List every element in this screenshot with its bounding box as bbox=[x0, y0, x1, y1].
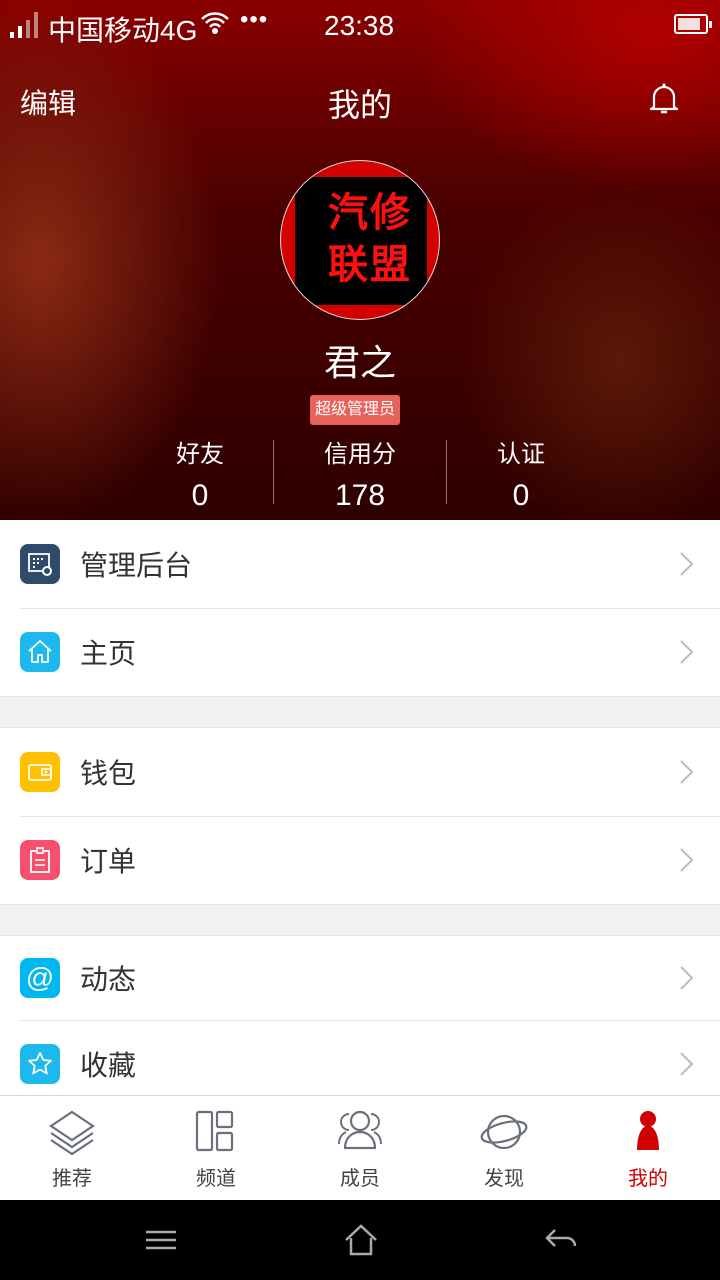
signal-icon bbox=[10, 12, 38, 38]
tab-label: 频道 bbox=[196, 1168, 236, 1190]
menu-list: 管理后台 主页 钱包 订单 @ 动态 收藏 bbox=[0, 520, 720, 1109]
menu-group: 钱包 订单 bbox=[0, 727, 720, 905]
menu-item-label: 收藏 bbox=[80, 1050, 137, 1081]
carrier-label: 中国移动4G bbox=[48, 15, 198, 46]
star-icon bbox=[20, 1044, 60, 1084]
role-badge: 超级管理员 bbox=[310, 395, 400, 425]
menu-item-activity[interactable]: @ 动态 bbox=[0, 936, 720, 1020]
planet-icon bbox=[480, 1114, 528, 1150]
home-icon bbox=[20, 632, 60, 672]
tab-label: 发现 bbox=[484, 1168, 524, 1190]
menu-item-label: 主页 bbox=[80, 638, 137, 669]
menu-group: 管理后台 主页 bbox=[0, 520, 720, 697]
menu-group: @ 动态 收藏 bbox=[0, 935, 720, 1109]
chevron-right-icon bbox=[680, 640, 694, 664]
status-bar: 中国移动4G ••• 23:38 bbox=[0, 0, 720, 52]
menu-item-orders[interactable]: 订单 bbox=[0, 816, 720, 904]
profile-header: 中国移动4G ••• 23:38 编辑 我的 汽修 联盟 君之 超级管理员 好友 0… bbox=[0, 0, 720, 520]
home-nav-icon[interactable] bbox=[343, 1222, 379, 1258]
tab-label: 成员 bbox=[340, 1168, 380, 1190]
chevron-right-icon bbox=[680, 760, 694, 784]
username: 君之 bbox=[323, 342, 396, 383]
menu-item-wallet[interactable]: 钱包 bbox=[0, 728, 720, 816]
divider bbox=[273, 440, 274, 504]
bell-icon[interactable] bbox=[646, 80, 682, 116]
back-icon[interactable] bbox=[543, 1222, 579, 1258]
menu-item-label: 订单 bbox=[80, 846, 137, 877]
system-navigation-bar bbox=[0, 1200, 720, 1280]
battery-icon bbox=[674, 14, 712, 34]
admin-dashboard-icon bbox=[20, 544, 60, 584]
at-icon: @ bbox=[20, 958, 60, 998]
more-notifications-icon: ••• bbox=[240, 6, 269, 33]
menu-icon[interactable] bbox=[143, 1222, 179, 1258]
stat-verification[interactable]: 认证 0 bbox=[441, 430, 601, 513]
chevron-right-icon bbox=[680, 966, 694, 990]
stats-row: 好友 0 信用分 178 认证 0 bbox=[0, 430, 720, 513]
menu-item-admin[interactable]: 管理后台 bbox=[0, 520, 720, 608]
tab-label: 推荐 bbox=[52, 1168, 92, 1190]
wallet-icon bbox=[20, 752, 60, 792]
panels-icon bbox=[195, 1110, 234, 1152]
stat-friends[interactable]: 好友 0 bbox=[120, 430, 280, 513]
tab-discover[interactable]: 发现 bbox=[432, 1096, 576, 1200]
wifi-icon bbox=[200, 10, 230, 43]
clipboard-icon bbox=[20, 840, 60, 880]
page-title: 我的 bbox=[327, 87, 392, 123]
layers-icon bbox=[49, 1110, 95, 1156]
tab-channels[interactable]: 频道 bbox=[144, 1096, 288, 1200]
tab-label: 我的 bbox=[628, 1168, 668, 1190]
person-icon bbox=[637, 1111, 659, 1150]
tab-members[interactable]: 成员 bbox=[288, 1096, 432, 1200]
avatar-logo: 汽修 联盟 bbox=[295, 177, 427, 305]
clock: 23:38 bbox=[324, 10, 395, 41]
chevron-right-icon bbox=[680, 552, 694, 576]
members-icon bbox=[338, 1110, 382, 1150]
menu-item-homepage[interactable]: 主页 bbox=[0, 608, 720, 696]
avatar[interactable]: 汽修 联盟 bbox=[280, 160, 440, 320]
menu-item-label: 管理后台 bbox=[80, 550, 193, 581]
chevron-right-icon bbox=[680, 1052, 694, 1076]
tab-recommend[interactable]: 推荐 bbox=[0, 1096, 144, 1200]
bottom-tab-bar: 推荐 频道 成员 发现 我的 bbox=[0, 1095, 720, 1200]
chevron-right-icon bbox=[680, 848, 694, 872]
stat-credit[interactable]: 信用分 178 bbox=[280, 430, 440, 513]
menu-item-label: 动态 bbox=[80, 964, 137, 995]
tab-mine[interactable]: 我的 bbox=[576, 1096, 720, 1200]
menu-item-label: 钱包 bbox=[80, 758, 137, 789]
